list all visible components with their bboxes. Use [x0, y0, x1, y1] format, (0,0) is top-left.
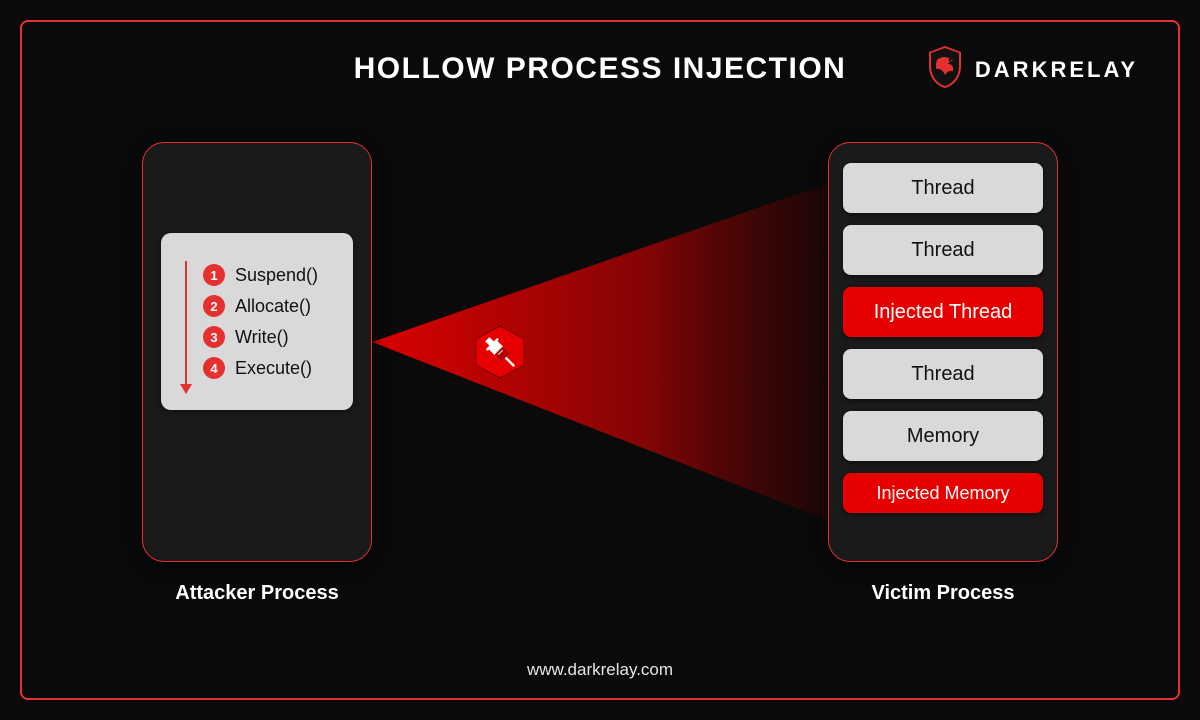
attacker-process-card: 1 Suspend() 2 Allocate() 3 Write() 4 Exe… — [142, 142, 372, 562]
victim-process-card: Thread Thread Injected Thread Thread Mem… — [828, 142, 1058, 562]
step-row: 2 Allocate() — [203, 295, 339, 317]
attacker-caption: Attacker Process — [142, 582, 372, 605]
step-number-badge: 1 — [203, 264, 225, 286]
injected-thread-slot: Injected Thread — [843, 287, 1043, 337]
syringe-hex-icon — [472, 324, 528, 380]
thread-slot: Thread — [843, 349, 1043, 399]
victim-caption: Victim Process — [828, 582, 1058, 605]
step-number-badge: 2 — [203, 295, 225, 317]
step-number-badge: 4 — [203, 357, 225, 379]
thread-slot: Thread — [843, 163, 1043, 213]
brand-name: DARKRELAY — [975, 57, 1138, 83]
victim-slots-panel: Thread Thread Injected Thread Thread Mem… — [843, 163, 1043, 541]
attacker-steps-panel: 1 Suspend() 2 Allocate() 3 Write() 4 Exe… — [161, 233, 353, 410]
step-label: Suspend() — [235, 265, 318, 286]
sequence-arrow-line — [185, 261, 187, 386]
shield-bird-icon — [925, 44, 965, 95]
step-label: Write() — [235, 327, 289, 348]
footer-url: www.darkrelay.com — [22, 660, 1178, 680]
injected-memory-slot: Injected Memory — [843, 473, 1043, 513]
diagram-frame: HOLLOW PROCESS INJECTION DARKRELAY — [20, 20, 1180, 700]
brand-logo: DARKRELAY — [925, 44, 1138, 95]
thread-slot: Thread — [843, 225, 1043, 275]
sequence-arrow-head-icon — [180, 384, 192, 394]
step-label: Execute() — [235, 358, 312, 379]
step-row: 4 Execute() — [203, 357, 339, 379]
step-row: 1 Suspend() — [203, 264, 339, 286]
step-label: Allocate() — [235, 296, 311, 317]
injection-beam — [372, 182, 832, 522]
step-row: 3 Write() — [203, 326, 339, 348]
step-number-badge: 3 — [203, 326, 225, 348]
memory-slot: Memory — [843, 411, 1043, 461]
